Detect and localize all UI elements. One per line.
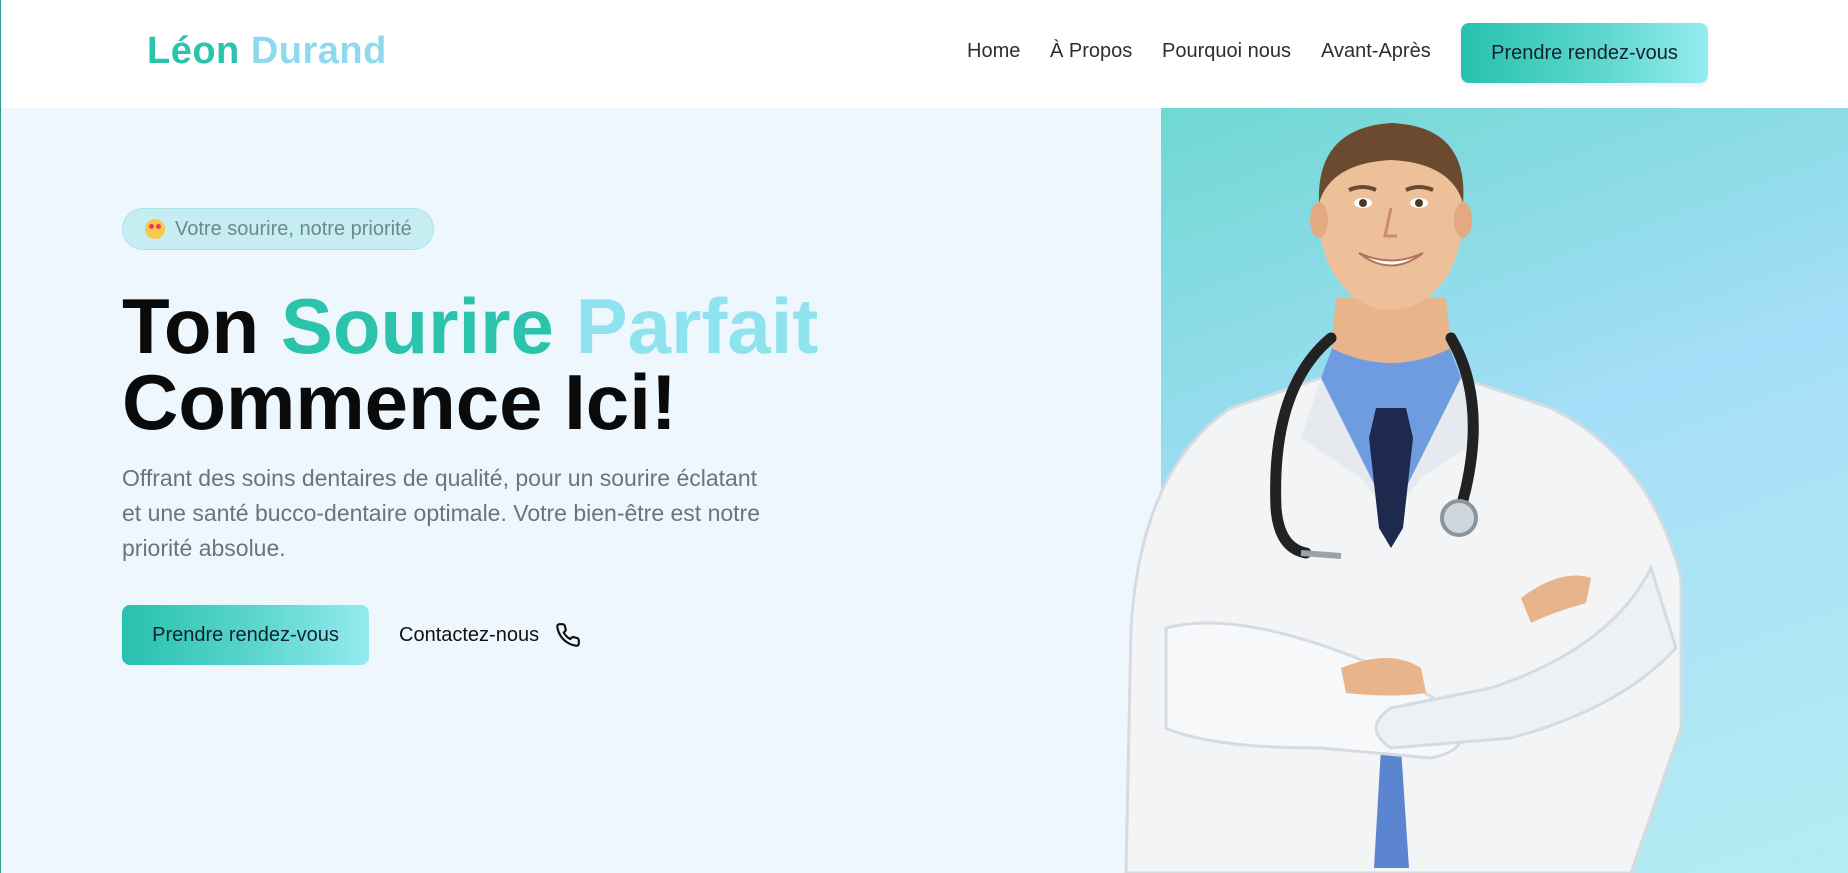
contact-link[interactable]: Contactez-nous — [399, 605, 581, 665]
site-header: Léon Durand Home À Propos Pourquoi nous … — [1, 0, 1848, 108]
nav-link-home[interactable]: Home — [967, 40, 1020, 63]
hero-title-highlight-1: Sourire — [280, 282, 576, 370]
hero-badge: Votre sourire, notre priorité — [122, 208, 434, 250]
hero-title-part-1: Ton — [122, 282, 281, 370]
hero-section: Votre sourire, notre priorité Ton Sourir… — [1, 108, 1848, 873]
hero-badge-text: Votre sourire, notre priorité — [175, 217, 412, 240]
contact-link-label: Contactez-nous — [399, 623, 540, 646]
logo-last-name: Durand — [250, 30, 387, 72]
logo[interactable]: Léon Durand — [147, 30, 387, 73]
hero-title: Ton Sourire Parfait Commence Ici! — [122, 287, 818, 441]
header-appointment-button[interactable]: Prendre rendez-vous — [1461, 23, 1708, 83]
hero-title-highlight-2: Parfait — [575, 282, 819, 370]
phone-icon — [556, 623, 580, 647]
nav-link-about[interactable]: À Propos — [1050, 40, 1132, 63]
nav-link-why-us[interactable]: Pourquoi nous — [1162, 40, 1291, 63]
hero-title-line-2: Commence Ici! — [122, 358, 677, 446]
hero-description: Offrant des soins dentaires de qualité, … — [122, 465, 761, 561]
logo-first-name: Léon — [147, 30, 240, 72]
nav-link-before-after[interactable]: Avant-Après — [1321, 40, 1431, 63]
doctor-image — [1124, 123, 1683, 873]
star-struck-emoji-icon — [145, 219, 165, 239]
hero-appointment-button[interactable]: Prendre rendez-vous — [122, 605, 369, 665]
